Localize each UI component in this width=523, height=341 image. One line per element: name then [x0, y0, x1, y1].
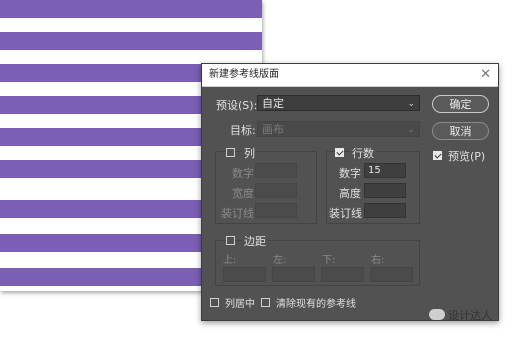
- margin-bottom-field: [321, 267, 364, 282]
- columns-number-label: 数字: [232, 167, 254, 180]
- cancel-button[interactable]: 取消: [432, 122, 489, 140]
- new-guide-layout-dialog: 新建参考线版面 ✕ 预设(S): 自定 ⌄ 目标: 画布 ⌄ 确定 取消 预览(…: [201, 63, 499, 321]
- chevron-down-icon: ⌄: [407, 99, 415, 109]
- chevron-down-icon: ⌄: [407, 125, 415, 135]
- margin-top-field: [223, 267, 266, 282]
- margin-right-label: 右:: [371, 255, 385, 266]
- watermark-text: 设计达人: [448, 309, 492, 322]
- columns-gutter-label: 装订线: [221, 207, 254, 220]
- clear-guides-checkbox[interactable]: [261, 298, 270, 307]
- margin-bottom-label: 下:: [322, 255, 336, 266]
- preset-value: 自定: [262, 97, 284, 110]
- row-stripe: [0, 32, 262, 50]
- rows-checkbox[interactable]: [335, 148, 344, 157]
- watermark: 设计达人: [429, 307, 492, 323]
- close-icon[interactable]: ✕: [480, 64, 491, 86]
- preset-select[interactable]: 自定 ⌄: [257, 95, 420, 111]
- preview-label: 预览(P): [448, 150, 486, 163]
- rows-number-field[interactable]: 15: [364, 163, 406, 178]
- columns-gutter-field: [255, 203, 297, 218]
- rows-gutter-label: 装订线: [329, 207, 362, 220]
- target-label: 目标:: [230, 124, 256, 137]
- target-value: 画布: [262, 123, 284, 136]
- wechat-icon: [429, 309, 445, 320]
- center-columns-label: 列居中: [225, 299, 255, 310]
- dialog-titlebar: 新建参考线版面 ✕: [202, 64, 498, 87]
- columns-number-field: [255, 163, 297, 178]
- margin-right-field: [370, 267, 413, 282]
- row-stripe: [0, 0, 262, 18]
- margin-label: 边距: [242, 233, 268, 249]
- columns-checkbox[interactable]: [226, 148, 235, 157]
- rows-number-label: 数字: [339, 167, 361, 180]
- ok-button[interactable]: 确定: [432, 95, 489, 113]
- rows-height-field[interactable]: [364, 183, 406, 198]
- rows-gutter-field[interactable]: [364, 203, 406, 218]
- target-select: 画布 ⌄: [257, 121, 420, 137]
- columns-width-label: 宽度: [232, 187, 254, 200]
- clear-guides-label: 清除现有的参考线: [276, 299, 356, 310]
- dialog-title: 新建参考线版面: [209, 69, 279, 80]
- margin-left-label: 左:: [273, 255, 287, 266]
- rows-label: 行数: [350, 145, 376, 161]
- preview-checkbox[interactable]: [433, 151, 442, 160]
- margin-top-label: 上:: [223, 255, 237, 266]
- center-columns-checkbox[interactable]: [210, 298, 219, 307]
- margin-checkbox[interactable]: [226, 236, 235, 245]
- preset-label: 预设(S):: [216, 99, 258, 112]
- columns-width-field: [255, 183, 297, 198]
- rows-height-label: 高度: [339, 187, 361, 200]
- columns-label: 列: [242, 145, 257, 161]
- margin-left-field: [272, 267, 315, 282]
